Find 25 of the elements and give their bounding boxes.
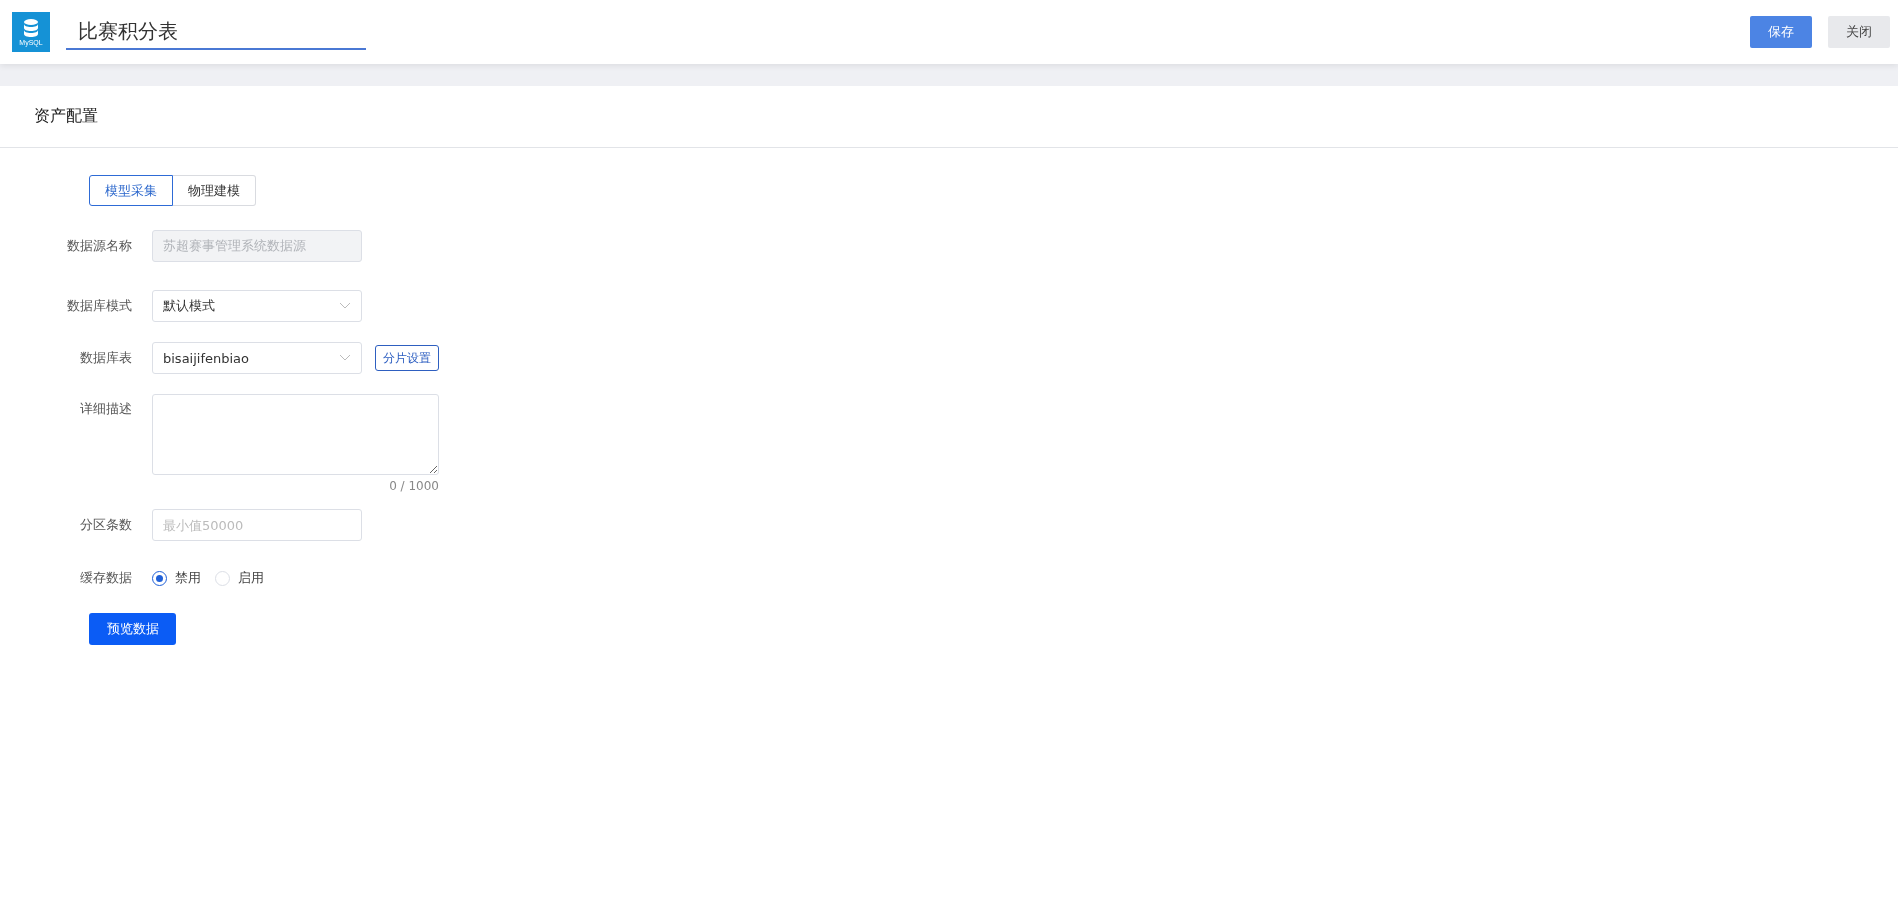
select-field[interactable]: bisaijifenbiao (152, 342, 362, 374)
select-field[interactable]: 默认模式 (152, 290, 362, 322)
field-label: 分区条数 (79, 516, 132, 534)
field-label: 缓存数据 (79, 569, 132, 587)
radio-label: 启用 (238, 569, 264, 587)
field-label: 详细描述 (79, 400, 132, 418)
tab[interactable]: 模型采集 (89, 175, 173, 206)
chevron-down-icon (339, 354, 351, 362)
shard-settings-button[interactable]: 分片设置 (375, 345, 439, 371)
radio-option[interactable]: 启用 (215, 569, 264, 587)
field-label: 数据库模式 (66, 297, 132, 315)
field-label: 数据源名称 (66, 237, 132, 255)
preview-button[interactable]: 预览数据 (89, 613, 176, 645)
input-field[interactable]: 最小值50000 (152, 509, 362, 541)
radio-option[interactable]: 禁用 (152, 569, 201, 587)
chevron-down-icon (339, 302, 351, 310)
save-button[interactable]: 保存 (1750, 16, 1812, 48)
field-label: 数据库表 (79, 349, 132, 367)
title-field[interactable]: 比赛积分表 (66, 14, 366, 50)
description-field[interactable] (152, 394, 439, 475)
tab[interactable]: 物理建模 (173, 175, 256, 206)
close-button[interactable]: 关闭 (1828, 16, 1890, 48)
character-counter: 0 / 1000 (389, 479, 439, 493)
section-title: 资产配置 (0, 86, 1898, 148)
radio-label: 禁用 (175, 569, 201, 587)
